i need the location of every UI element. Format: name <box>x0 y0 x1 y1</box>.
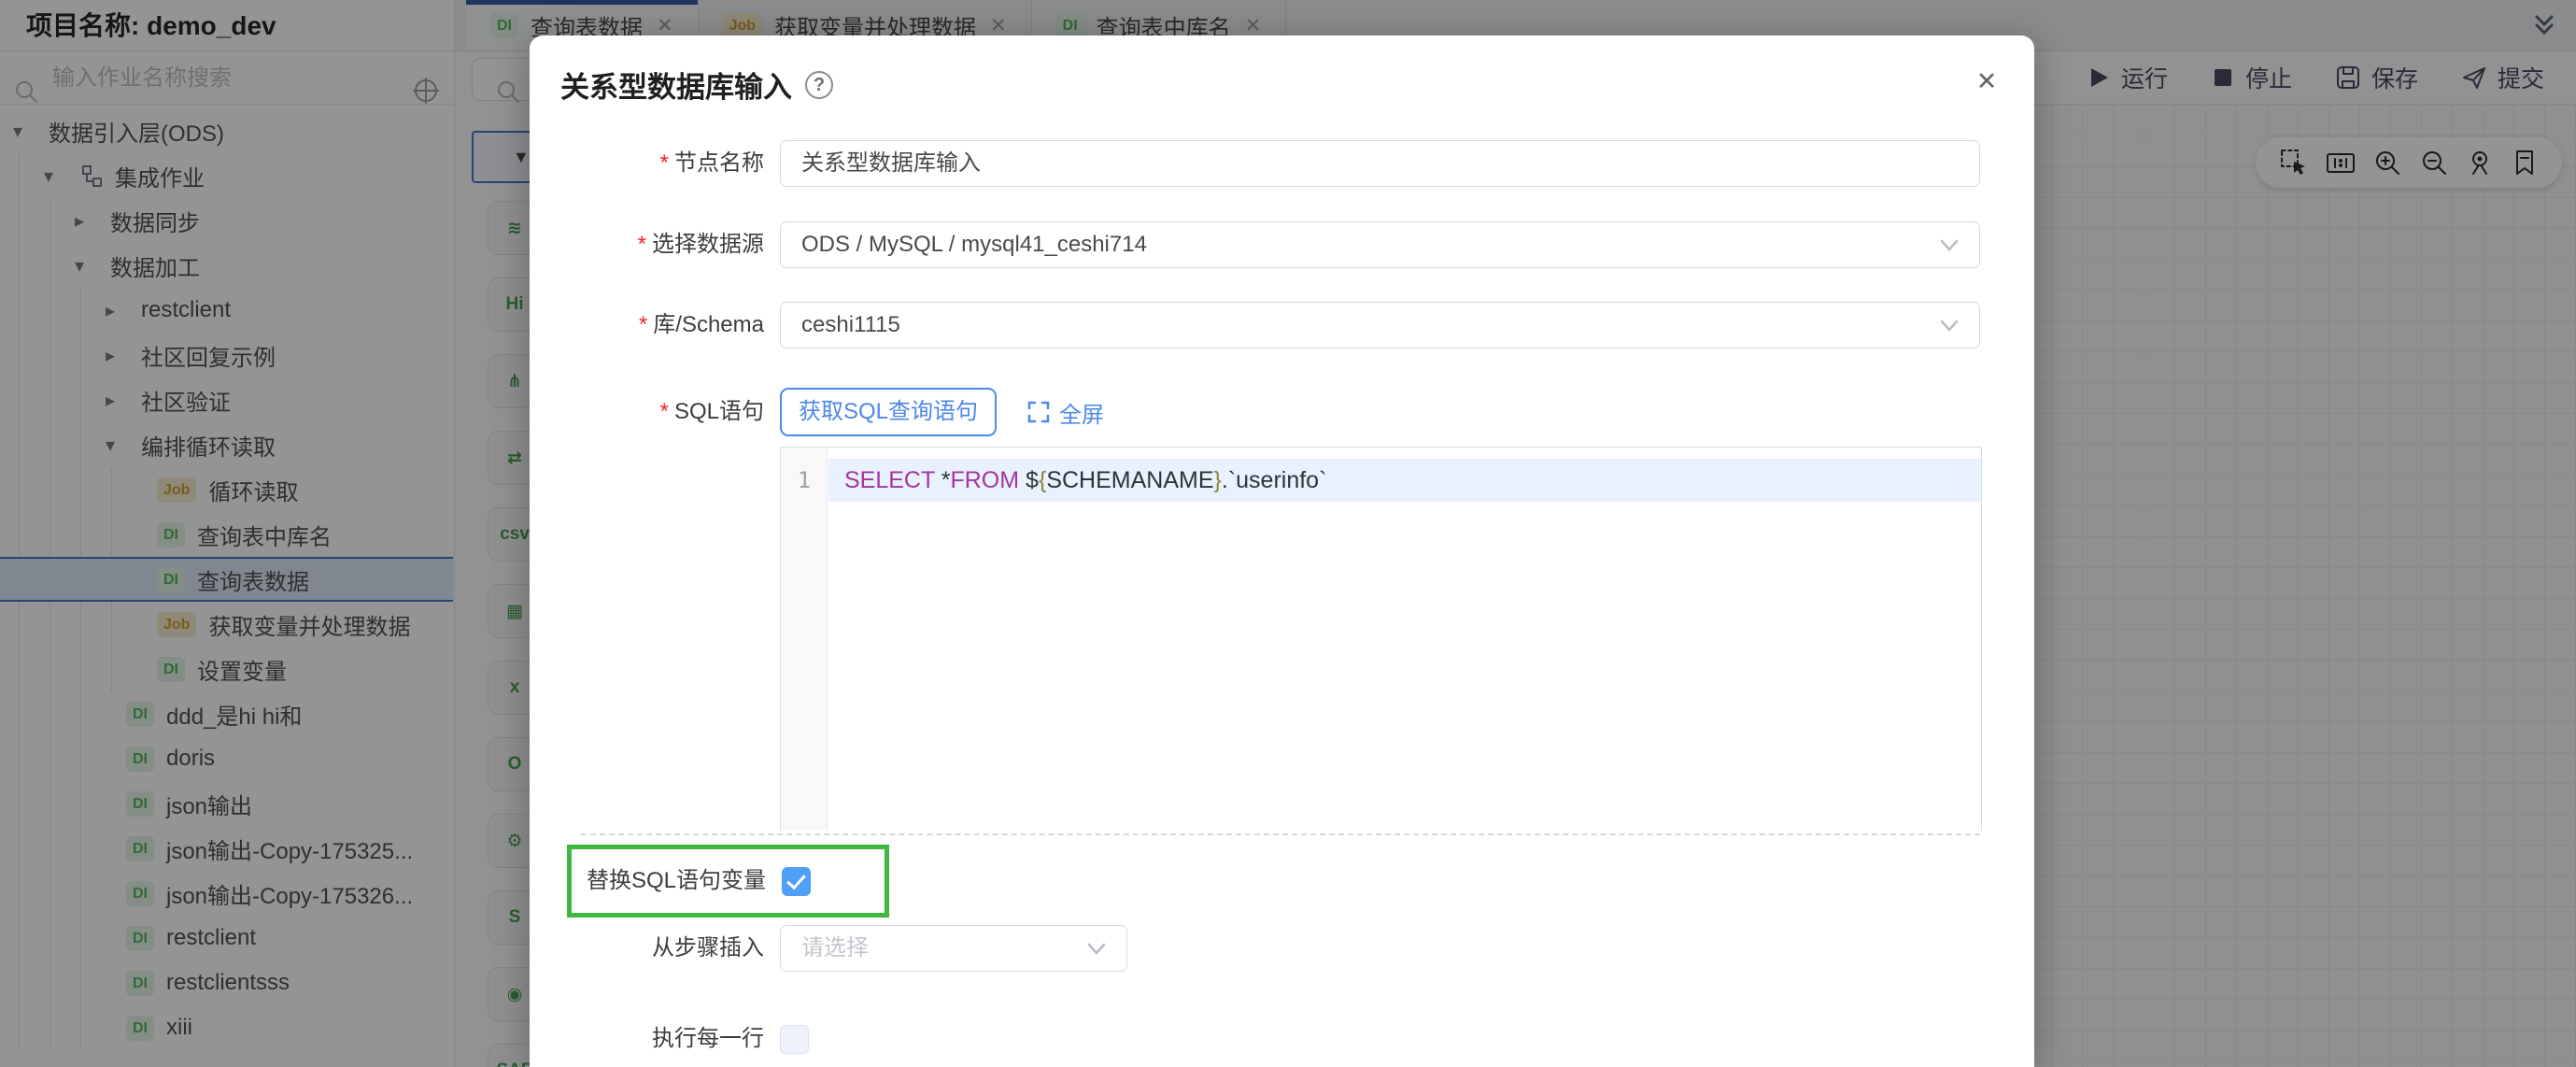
insert-from-step-row: 从步骤插入 请选择 <box>530 925 2034 972</box>
sql-token: SELECT <box>844 467 941 493</box>
exec-each-row-checkbox[interactable] <box>780 1025 809 1054</box>
exec-each-row-row: 执行每一行 <box>530 1016 2034 1062</box>
chevron-down-icon <box>1938 319 1960 334</box>
replace-sql-var-highlight-box: 替换SQL语句变量 <box>567 845 889 918</box>
schema-select[interactable]: ceshi1115 <box>780 302 1980 349</box>
node-name-label: 节点名称 <box>674 150 764 176</box>
insert-from-step-select[interactable]: 请选择 <box>780 925 1127 972</box>
sql-code-line: SELECT *FROM ${SCHEMANAME}.`userinfo` <box>844 459 1326 502</box>
fullscreen-icon <box>1026 400 1051 424</box>
sql-token: FROM <box>950 467 1019 493</box>
app-window: 项目名称: demo_dev 输入作业名称搜索 ▾数据引入层(ODS)▾集成作业… <box>0 0 2576 1067</box>
sql-label: SQL语句 <box>674 399 764 424</box>
schema-label: 库/Schema <box>653 312 764 337</box>
sql-row: *SQL语句 获取SQL查询语句 全屏 <box>530 388 2034 436</box>
line-number: 1 <box>781 459 828 502</box>
required-mark: * <box>638 232 646 257</box>
sql-token: .`userinfo` <box>1222 467 1327 493</box>
chevron-down-icon <box>1938 238 1960 253</box>
fetch-sql-button[interactable]: 获取SQL查询语句 <box>780 388 997 436</box>
datasource-select[interactable]: ODS / MySQL / mysql41_ceshi714 <box>780 221 1980 268</box>
sql-code-editor[interactable]: 1 SELECT *FROM ${SCHEMANAME}.`userinfo` <box>780 447 1982 831</box>
close-icon[interactable]: ✕ <box>1968 67 2005 96</box>
replace-sql-var-checkbox[interactable] <box>782 867 811 896</box>
editor-gutter <box>781 448 828 831</box>
sql-token: } <box>1214 467 1222 493</box>
exec-each-row-label: 执行每一行 <box>530 1016 764 1062</box>
replace-sql-var-label: 替换SQL语句变量 <box>587 849 766 913</box>
dialog-title: 关系型数据库输入 ? <box>560 64 833 106</box>
help-icon[interactable]: ? <box>805 71 833 99</box>
sql-token: $ <box>1019 467 1039 493</box>
fullscreen-link[interactable]: 全屏 <box>1026 388 1104 436</box>
datasource-row: *选择数据源 ODS / MySQL / mysql41_ceshi714 <box>530 221 2034 268</box>
schema-row: *库/Schema ceshi1115 <box>530 302 2034 349</box>
datasource-label: 选择数据源 <box>652 232 764 257</box>
node-name-row: *节点名称 关系型数据库输入 <box>530 140 2034 187</box>
sql-token: SCHEMANAME <box>1046 467 1213 493</box>
editor-resize-divider[interactable] <box>581 833 1980 835</box>
required-mark: * <box>660 399 669 424</box>
chevron-down-icon <box>1085 942 1108 957</box>
node-name-input[interactable]: 关系型数据库输入 <box>780 140 1980 187</box>
insert-from-step-label: 从步骤插入 <box>530 925 764 972</box>
required-mark: * <box>639 312 647 337</box>
required-mark: * <box>660 150 669 176</box>
relational-db-input-dialog: 关系型数据库输入 ? ✕ *节点名称 关系型数据库输入 *选择数据源 ODS /… <box>530 36 2034 1067</box>
